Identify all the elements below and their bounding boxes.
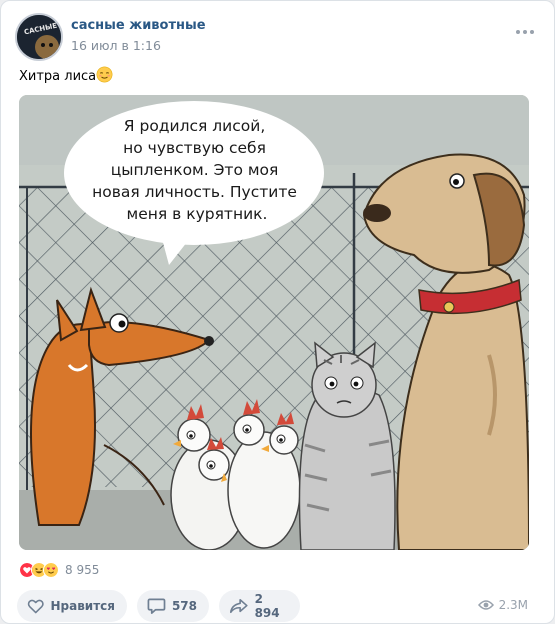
comment-icon [147,598,166,614]
more-options-icon[interactable] [514,27,536,37]
post-text-body: Хитра лиса [19,69,97,84]
comment-button[interactable]: 578 [137,590,209,622]
bubble-line-1: Я родился лисой, [124,117,265,135]
like-button[interactable]: Нравится [17,590,127,622]
post-card: САСНЫЕ сасные животные 16 июл в 1:16 Хит… [0,0,555,624]
comments-count: 578 [171,599,197,613]
shares-count: 2 894 [254,592,280,620]
share-icon [229,598,248,614]
bubble-line-2: но чувствую себя [123,139,266,157]
heart-eyes-reaction-icon [43,562,59,578]
views-counter: 2.3M [477,598,528,612]
heart-icon [27,599,44,614]
eye-icon [477,600,494,610]
share-button[interactable]: 2 894 [219,590,300,622]
relieved-face-icon [96,66,113,83]
post-text: Хитра лиса [19,66,113,84]
post-image[interactable]: Я родился лисой, но чувствую себя цыплен… [19,95,529,550]
views-count: 2.3M [498,598,528,612]
bubble-line-5: меня в курятник. [127,205,268,223]
like-button-label: Нравится [50,599,115,613]
bubble-line-4: новая личность. Пустите [92,183,297,201]
community-avatar[interactable]: САСНЫЕ [15,13,63,61]
post-date[interactable]: 16 июл в 1:16 [71,38,161,53]
bubble-line-3: цыпленком. Это моя [111,161,279,179]
reactions-summary[interactable]: 8 955 [19,561,99,579]
author-name[interactable]: сасные животные [71,18,206,33]
reactions-count: 8 955 [65,563,100,577]
